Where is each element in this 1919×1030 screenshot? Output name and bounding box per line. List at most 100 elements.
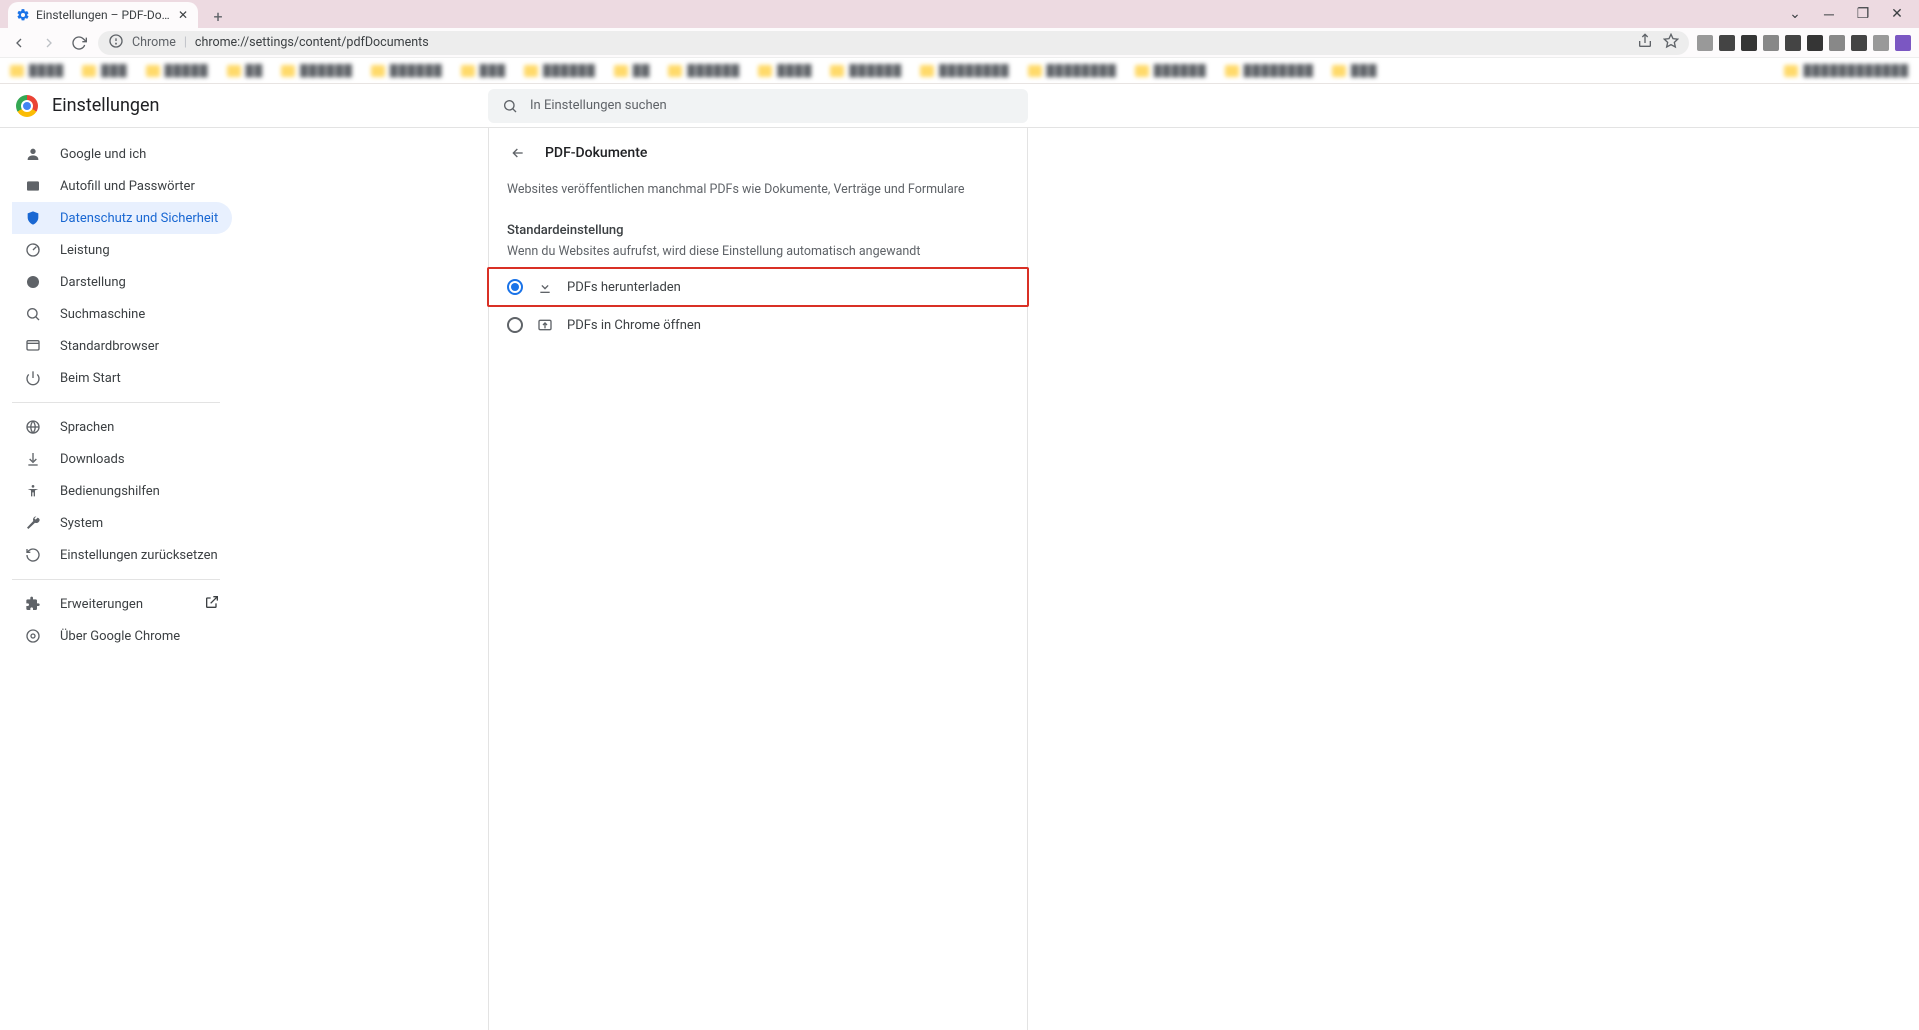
extension-icon[interactable] (1763, 35, 1779, 51)
wrench-icon (24, 515, 42, 531)
bookmark-item[interactable]: █████ (146, 64, 209, 77)
divider (12, 579, 220, 580)
maximize-icon[interactable]: ❐ (1855, 6, 1871, 22)
bookmark-item[interactable]: ████ (10, 64, 64, 77)
browser-toolbar: Chrome | chrome://settings/content/pdfDo… (0, 28, 1919, 58)
bookmark-item[interactable]: ██ (227, 64, 264, 77)
sidebar-item-reset[interactable]: Einstellungen zurücksetzen (12, 539, 232, 571)
sidebar-item-default-browser[interactable]: Standardbrowser (12, 330, 232, 362)
sidebar-item-label: Downloads (60, 452, 125, 467)
person-icon (24, 146, 42, 162)
restore-icon (24, 547, 42, 563)
sidebar-item-label: Standardbrowser (60, 339, 159, 354)
bookmark-item[interactable]: ██████ (830, 64, 902, 77)
bookmark-item[interactable]: ██████ (1135, 64, 1207, 77)
tab-title: Einstellungen – PDF-Dokume (36, 8, 170, 22)
sidebar-item-privacy[interactable]: Datenschutz und Sicherheit (12, 202, 232, 234)
profile-avatar[interactable] (1895, 35, 1911, 51)
sidebar-item-downloads[interactable]: Downloads (12, 443, 232, 475)
sidebar-item-extensions[interactable]: Erweiterungen (12, 588, 232, 620)
sidebar-item-languages[interactable]: Sprachen (12, 411, 232, 443)
bookmark-item[interactable]: ███ (1332, 64, 1377, 77)
chrome-logo-icon (16, 95, 38, 117)
chevron-down-icon[interactable]: ⌄ (1787, 6, 1803, 22)
bookmark-item[interactable]: ██████ (668, 64, 740, 77)
sidebar-item-label: Erweiterungen (60, 597, 143, 612)
extension-icons (1697, 35, 1911, 51)
settings-sidebar: Google und ich Autofill und Passwörter D… (0, 128, 240, 1030)
close-window-icon[interactable]: ✕ (1889, 6, 1905, 22)
extension-icon[interactable] (1741, 35, 1757, 51)
external-link-icon (204, 594, 220, 614)
autofill-icon (24, 178, 42, 194)
sidebar-item-label: Datenschutz und Sicherheit (60, 211, 218, 226)
page-title: Einstellungen (52, 95, 159, 116)
browser-tab[interactable]: Einstellungen – PDF-Dokume ✕ (8, 2, 198, 28)
bookmark-item[interactable]: ██████ (371, 64, 443, 77)
search-placeholder: In Einstellungen suchen (530, 98, 667, 113)
open-in-browser-icon (537, 317, 553, 333)
radio-icon[interactable] (507, 279, 523, 295)
share-icon[interactable] (1637, 33, 1653, 53)
site-info-icon[interactable] (108, 33, 124, 53)
forward-button[interactable] (38, 32, 60, 54)
bookmark-item[interactable]: ███ (461, 64, 506, 77)
bookmark-item[interactable]: ████████ (1028, 64, 1117, 77)
extension-icon[interactable] (1873, 35, 1889, 51)
search-input[interactable]: In Einstellungen suchen (488, 89, 1028, 123)
option-download-pdfs[interactable]: PDFs herunterladen (487, 267, 1029, 307)
back-arrow-button[interactable] (507, 142, 529, 164)
option-open-in-chrome[interactable]: PDFs in Chrome öffnen (489, 307, 1027, 343)
bookmark-item[interactable]: ████████ (1225, 64, 1314, 77)
bookmark-item[interactable]: ██████ (281, 64, 353, 77)
bookmarks-bar: ████ ███ █████ ██ ██████ ██████ ███ ████… (0, 58, 1919, 84)
accessibility-icon (24, 483, 42, 499)
bookmark-item[interactable]: ████████████ (1784, 64, 1909, 77)
sidebar-item-label: System (60, 516, 103, 531)
back-button[interactable] (8, 32, 30, 54)
reload-button[interactable] (68, 32, 90, 54)
extension-icon[interactable] (1697, 35, 1713, 51)
radio-icon[interactable] (507, 317, 523, 333)
globe-icon (24, 419, 42, 435)
puzzle-icon (24, 596, 42, 612)
sidebar-item-google[interactable]: Google und ich (12, 138, 232, 170)
close-icon[interactable]: ✕ (176, 8, 190, 22)
palette-icon (24, 274, 42, 290)
bookmark-item[interactable]: ██████ (524, 64, 596, 77)
sidebar-item-label: Suchmaschine (60, 307, 145, 322)
sidebar-item-autofill[interactable]: Autofill und Passwörter (12, 170, 232, 202)
divider (12, 402, 220, 403)
minimize-icon[interactable]: ─ (1821, 6, 1837, 23)
extension-icon[interactable] (1719, 35, 1735, 51)
address-bar[interactable]: Chrome | chrome://settings/content/pdfDo… (98, 31, 1689, 55)
bookmark-item[interactable]: ████ (758, 64, 812, 77)
sidebar-item-performance[interactable]: Leistung (12, 234, 232, 266)
sidebar-item-label: Sprachen (60, 420, 114, 435)
panel-description: Websites veröffentlichen manchmal PDFs w… (489, 174, 1027, 215)
bookmark-item[interactable]: ███ (82, 64, 127, 77)
extension-icon[interactable] (1851, 35, 1867, 51)
settings-panel: PDF-Dokumente Websites veröffentlichen m… (488, 128, 1028, 1030)
sidebar-item-label: Einstellungen zurücksetzen (60, 548, 218, 563)
sidebar-item-search-engine[interactable]: Suchmaschine (12, 298, 232, 330)
new-tab-button[interactable]: + (206, 4, 230, 28)
shield-icon (24, 210, 42, 226)
browser-titlebar: Einstellungen – PDF-Dokume ✕ + ⌄ ─ ❐ ✕ (0, 0, 1919, 28)
extension-icon[interactable] (1807, 35, 1823, 51)
gear-icon (16, 8, 30, 22)
option-label: PDFs herunterladen (567, 280, 681, 295)
url-text: chrome://settings/content/pdfDocuments (195, 35, 429, 50)
bookmark-item[interactable]: ██ (614, 64, 651, 77)
sidebar-item-about[interactable]: Über Google Chrome (12, 620, 232, 652)
sidebar-item-appearance[interactable]: Darstellung (12, 266, 232, 298)
extension-icon[interactable] (1829, 35, 1845, 51)
extension-icon[interactable] (1785, 35, 1801, 51)
settings-header: Einstellungen In Einstellungen suchen (0, 84, 1919, 128)
sidebar-item-system[interactable]: System (12, 507, 232, 539)
sidebar-item-accessibility[interactable]: Bedienungshilfen (12, 475, 232, 507)
section-title: Standardeinstellung (489, 215, 1027, 240)
sidebar-item-on-startup[interactable]: Beim Start (12, 362, 232, 394)
bookmark-item[interactable]: ████████ (920, 64, 1009, 77)
bookmark-star-icon[interactable] (1663, 33, 1679, 53)
